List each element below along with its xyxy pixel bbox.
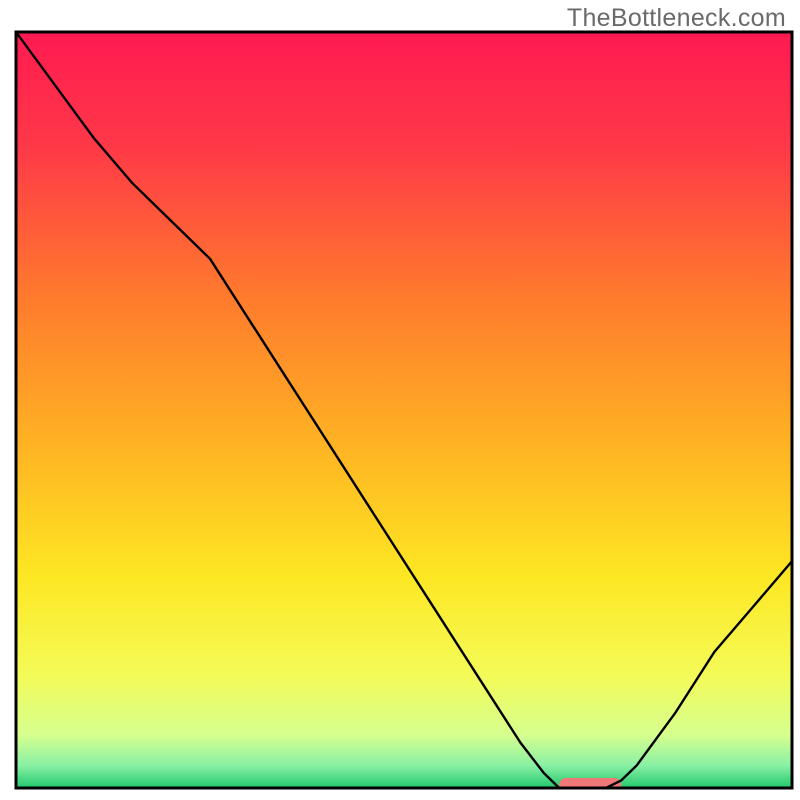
watermark-text: TheBottleneck.com	[567, 4, 786, 33]
chart-background	[16, 32, 792, 788]
chart-stage: TheBottleneck.com	[0, 0, 800, 800]
chart-svg	[0, 0, 800, 800]
